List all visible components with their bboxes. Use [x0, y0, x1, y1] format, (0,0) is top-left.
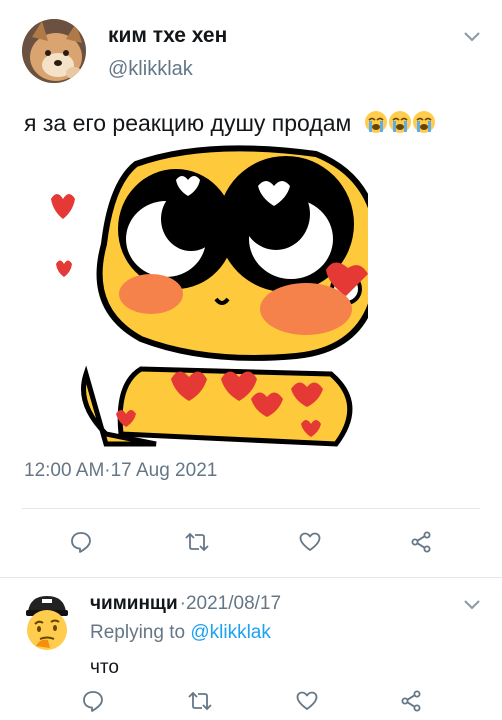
reply-text: что — [90, 657, 119, 678]
retweet-icon[interactable] — [182, 527, 212, 557]
divider — [22, 508, 480, 509]
retweet-icon[interactable] — [185, 686, 215, 716]
divider — [0, 577, 502, 578]
replying-to-handle-link[interactable]: @klikklak — [190, 622, 271, 643]
chevron-down-icon[interactable] — [462, 598, 482, 617]
thinking-face-with-cap-icon — [26, 596, 68, 650]
reply-date[interactable]: ·2021/08/17 — [180, 593, 281, 614]
share-icon[interactable] — [396, 686, 426, 716]
loudly-crying-face-icon — [388, 111, 411, 133]
chevron-down-icon[interactable] — [462, 30, 482, 49]
author-avatar[interactable] — [22, 19, 86, 83]
dog-avatar-icon — [22, 19, 86, 83]
loudly-crying-face-icon — [364, 111, 387, 133]
reply-header: чиминщи ·2021/08/17 — [90, 593, 281, 615]
reply-author-avatar[interactable] — [22, 594, 72, 652]
reply-author-name[interactable]: чиминщи — [90, 593, 178, 614]
tweet-timestamp[interactable]: 12:00 AM·17 Aug 2021 — [24, 460, 217, 482]
like-icon[interactable] — [295, 527, 325, 557]
loudly-crying-face-icon — [412, 111, 435, 133]
share-icon[interactable] — [406, 527, 436, 557]
reply-icon[interactable] — [66, 527, 96, 557]
tweet-text-line: я за его реакцию душу продам — [24, 110, 436, 140]
replying-to-line: Replying to @klikklak — [90, 622, 271, 644]
like-icon[interactable] — [292, 686, 322, 716]
tweet-text: я за его реакцию душу продам — [24, 110, 352, 136]
cute-chick-image-icon — [51, 145, 382, 447]
emoji-group — [364, 110, 436, 140]
author-handle[interactable]: @klikklak — [108, 58, 193, 81]
reply-icon[interactable] — [78, 686, 108, 716]
author-display-name[interactable]: ким тхе хен — [108, 24, 227, 48]
replying-to-label: Replying to — [90, 622, 191, 643]
tweet-media-image[interactable] — [46, 144, 382, 448]
